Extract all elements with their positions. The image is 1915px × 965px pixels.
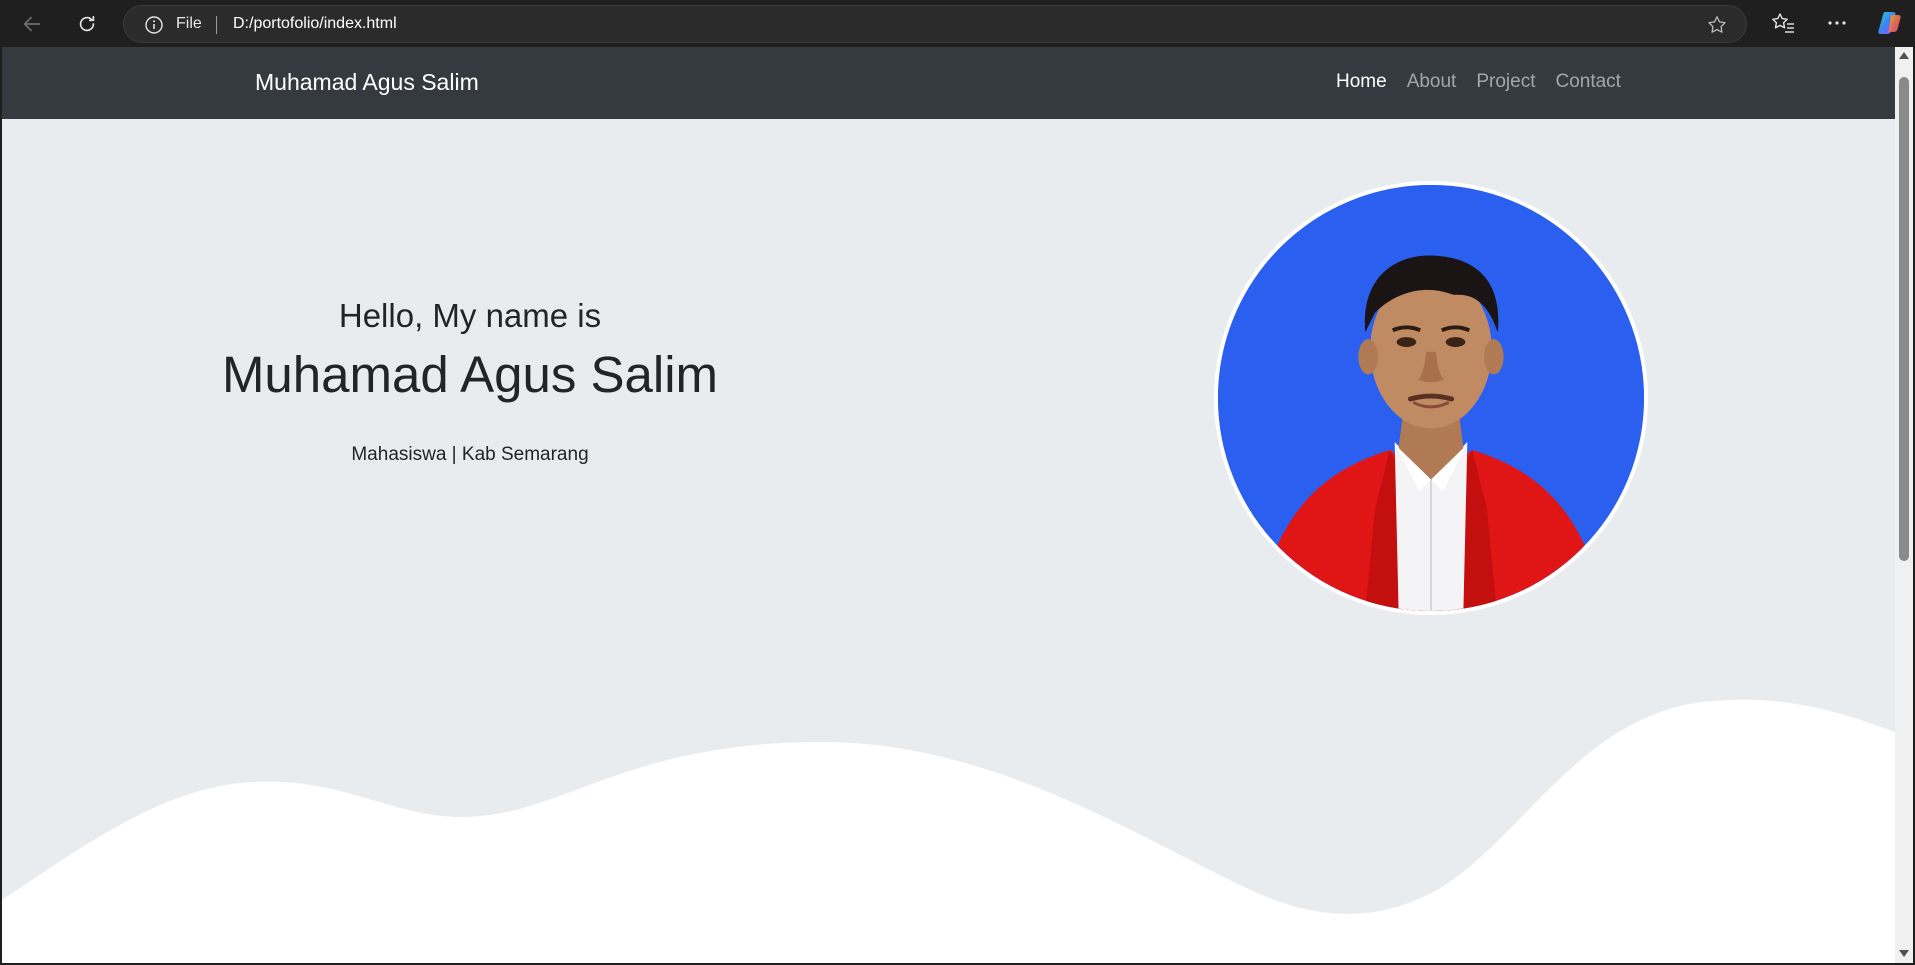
star-icon[interactable] <box>1706 14 1728 36</box>
reload-icon <box>79 15 95 32</box>
nav-links: Home About Project Contact <box>1336 71 1621 93</box>
hero-name: Muhamad Agus Salim <box>221 346 719 403</box>
back-button[interactable] <box>16 8 48 40</box>
nav-link-about[interactable]: About <box>1407 71 1457 93</box>
profile-photo <box>1214 181 1648 615</box>
site-navbar: Muhamad Agus Salim Home About Project Co… <box>2 47 1895 119</box>
copilot-icon[interactable] <box>1876 9 1904 37</box>
favorites-icon[interactable] <box>1770 10 1796 36</box>
hero-wave-divider <box>2 699 1895 963</box>
scroll-up-arrow-icon[interactable] <box>1899 52 1909 59</box>
nav-link-project[interactable]: Project <box>1476 71 1535 93</box>
address-bar[interactable]: File D:/portofolio/index.html <box>123 5 1747 43</box>
browser-toolbar: File D:/portofolio/index.html <box>0 0 1915 47</box>
hero-tagline: Mahasiswa | Kab Semarang <box>351 444 589 465</box>
scroll-down-arrow-icon[interactable] <box>1899 950 1909 957</box>
vertical-scrollbar[interactable] <box>1895 47 1913 963</box>
nav-link-contact[interactable]: Contact <box>1555 71 1620 93</box>
hero-text: Hello, My name is Muhamad Agus Salim Mah… <box>202 297 738 466</box>
nav-link-home[interactable]: Home <box>1336 71 1387 93</box>
more-options-icon[interactable] <box>1824 10 1850 36</box>
person-portrait-icon <box>1218 185 1644 611</box>
hero-greeting: Hello, My name is <box>338 297 602 334</box>
address-divider <box>216 16 217 34</box>
reload-button[interactable] <box>71 8 103 40</box>
page-viewport: Muhamad Agus Salim Home About Project Co… <box>2 47 1895 963</box>
url-text[interactable]: D:/portofolio/index.html <box>233 15 397 33</box>
url-scheme-label: File <box>176 15 202 32</box>
navbar-brand[interactable]: Muhamad Agus Salim <box>255 69 479 96</box>
info-icon[interactable] <box>144 15 164 35</box>
scrollbar-thumb[interactable] <box>1899 77 1909 561</box>
arrow-left-icon <box>23 16 41 32</box>
